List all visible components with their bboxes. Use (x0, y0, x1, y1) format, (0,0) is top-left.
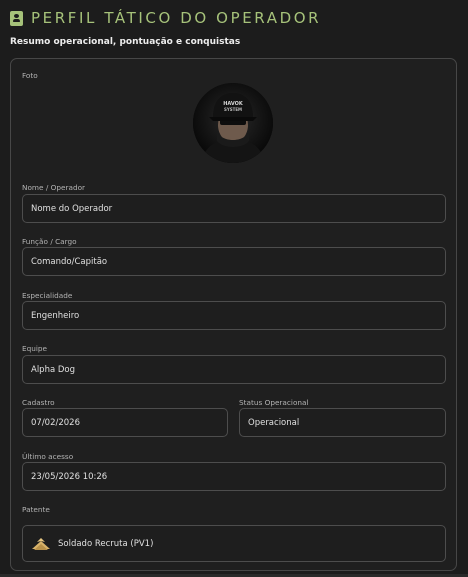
page-header: PERFIL TÁTICO DO OPERADOR Resumo operaci… (10, 8, 460, 47)
last-access-label: Último acesso (22, 452, 74, 461)
id-badge-icon (10, 10, 23, 26)
rank-value: Soldado Recruta (PV1) (58, 538, 154, 549)
last-access-field[interactable]: 23/05/2026 10:26 (22, 462, 446, 491)
team-label: Equipe (22, 344, 48, 353)
name-field[interactable]: Nome do Operador (22, 194, 446, 223)
specialty-field[interactable]: Engenheiro (22, 301, 446, 330)
team-field[interactable]: Alpha Dog (22, 355, 446, 384)
rank-label: Patente (22, 505, 50, 514)
photo-label: Foto (22, 71, 38, 80)
status-label: Status Operacional (239, 398, 309, 407)
rank-field[interactable]: Soldado Recruta (PV1) (22, 525, 446, 562)
page-title: PERFIL TÁTICO DO OPERADOR (31, 9, 322, 27)
role-field[interactable]: Comando/Capitão (22, 247, 446, 276)
cap-text-2: SYSTEM (224, 107, 242, 112)
operator-photo: HAVOK SYSTEM (193, 83, 273, 163)
avatar[interactable]: HAVOK SYSTEM (193, 83, 273, 163)
name-label: Nome / Operador (22, 183, 86, 192)
specialty-label: Especialidade (22, 291, 73, 300)
rank-insignia-icon (32, 537, 50, 550)
registered-field[interactable]: 07/02/2026 (22, 408, 228, 437)
profile-card: Foto HAVOK SYSTEM Nome / Operador Nome d… (10, 58, 457, 571)
title-row: PERFIL TÁTICO DO OPERADOR (10, 8, 460, 28)
registered-label: Cadastro (22, 398, 55, 407)
role-label: Função / Cargo (22, 237, 77, 246)
status-field[interactable]: Operacional (239, 408, 446, 437)
page-subtitle: Resumo operacional, pontuação e conquist… (10, 37, 241, 47)
